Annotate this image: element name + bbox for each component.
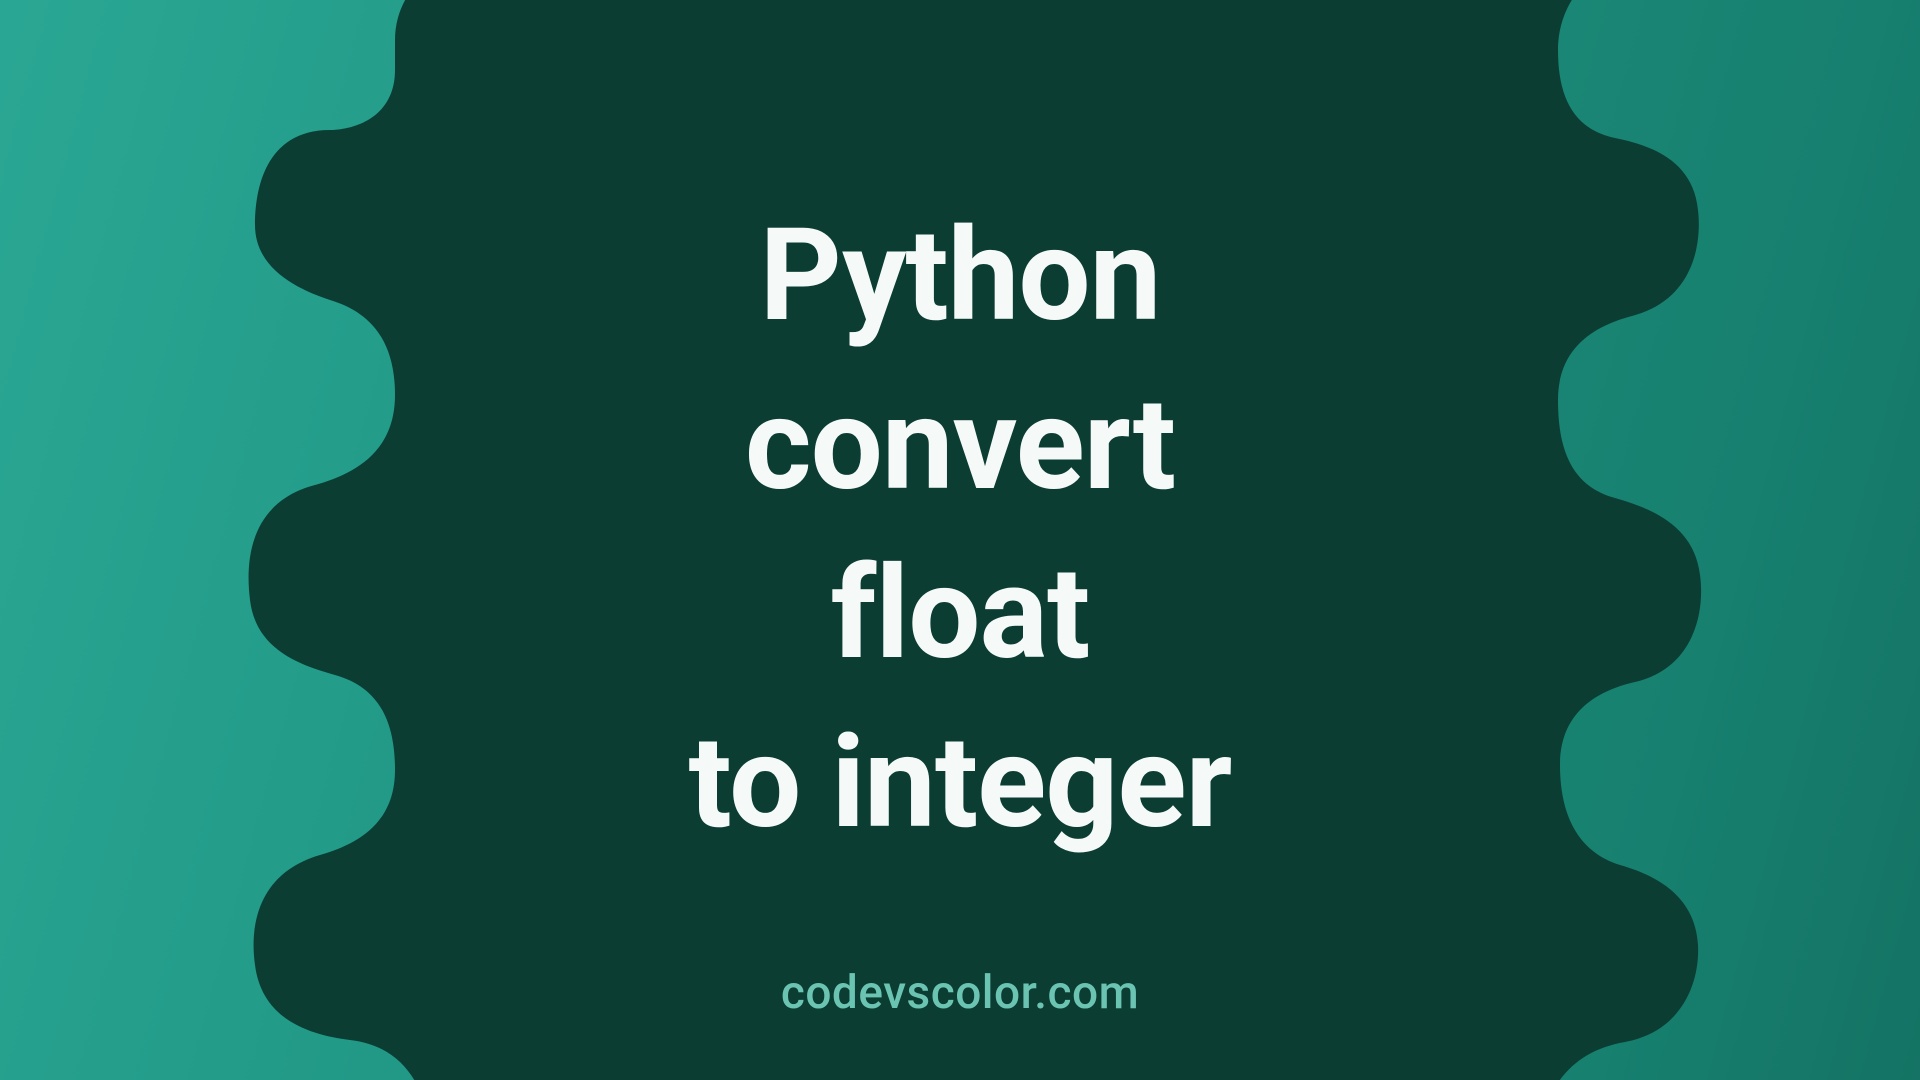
content-area: Python convert float to integer xyxy=(0,0,1920,1080)
site-watermark: codevscolor.com xyxy=(781,966,1139,1020)
banner-canvas: Python convert float to integer codevsco… xyxy=(0,0,1920,1080)
banner-title: Python convert float to integer xyxy=(689,192,1232,868)
